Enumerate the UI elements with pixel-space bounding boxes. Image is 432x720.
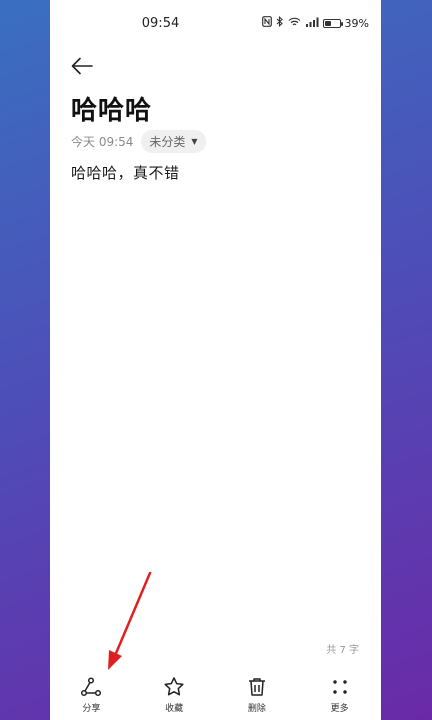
back-arrow-icon	[71, 57, 93, 75]
back-button[interactable]	[64, 50, 100, 82]
more-button[interactable]: 更多	[305, 676, 375, 720]
trash-icon	[248, 678, 265, 696]
status-icons: 39%	[261, 15, 369, 30]
share-label: 分享	[82, 704, 101, 714]
nfc-icon	[261, 16, 272, 30]
more-label: 更多	[330, 704, 349, 714]
share-button[interactable]: 分享	[56, 676, 126, 720]
note-title[interactable]: 哈哈哈	[71, 90, 152, 127]
wifi-icon	[288, 17, 301, 30]
word-count: 共 7 字	[326, 645, 359, 656]
star-icon	[164, 677, 184, 696]
more-dots-icon	[332, 680, 347, 694]
delete-button[interactable]: 删除	[222, 676, 292, 720]
note-body[interactable]: 哈哈哈，真不错	[71, 162, 180, 183]
caret-down-icon: ▼	[191, 137, 198, 146]
favorite-button[interactable]: 收藏	[139, 676, 209, 720]
bottom-toolbar: 分享 收藏 删除 更多	[50, 676, 381, 720]
status-bar: 09:54 39%	[50, 0, 381, 46]
category-dropdown[interactable]: 未分类 ▼	[141, 130, 206, 153]
note-screen: 09:54 39% 哈哈哈 今天 09:54 未分类 ▼ 哈哈哈，真不错 共 7…	[50, 0, 381, 720]
bluetooth-icon	[276, 15, 284, 30]
battery-percent: 39%	[344, 16, 369, 30]
favorite-label: 收藏	[165, 704, 184, 714]
battery-icon	[322, 18, 343, 28]
note-timestamp: 今天 09:54	[71, 135, 134, 149]
note-meta: 今天 09:54 未分类 ▼	[71, 130, 206, 153]
signal-icon	[305, 17, 319, 30]
category-label: 未分类	[149, 135, 186, 149]
delete-label: 删除	[247, 704, 266, 714]
status-time: 09:54	[141, 16, 180, 31]
share-icon	[81, 677, 102, 697]
